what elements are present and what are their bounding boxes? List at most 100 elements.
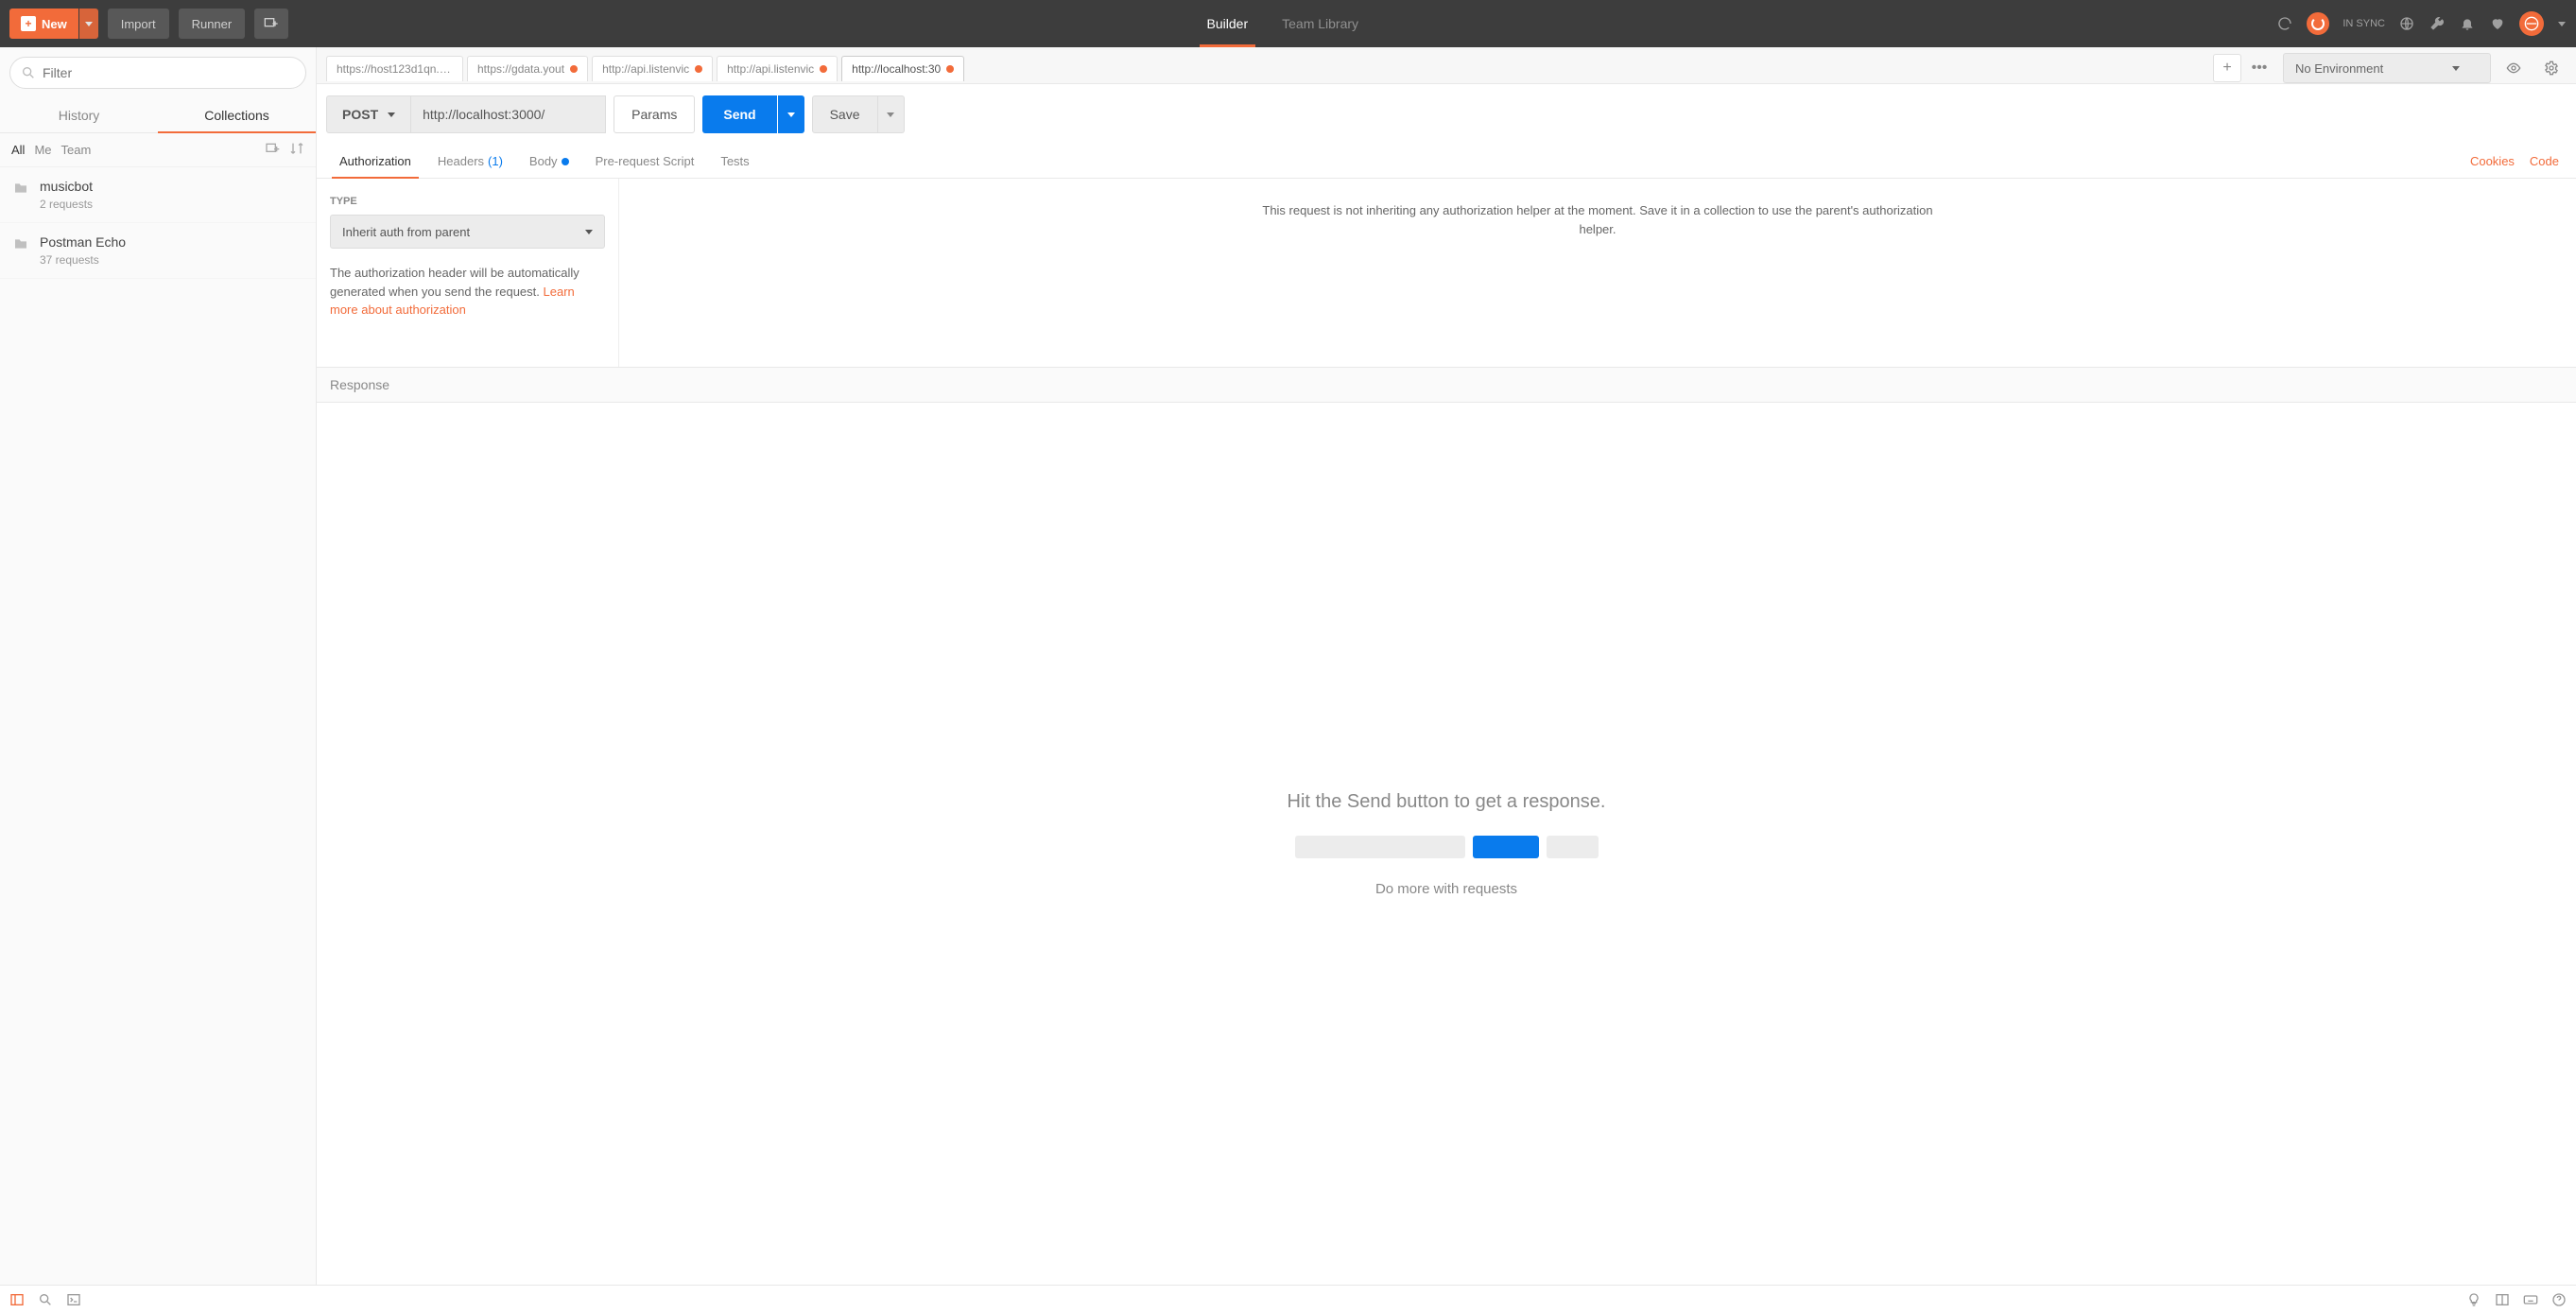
authorization-panel: TYPE Inherit auth from parent The author… — [317, 179, 2576, 368]
capture-icon[interactable] — [2276, 15, 2293, 32]
tab-headers[interactable]: Headers (1) — [424, 145, 516, 178]
response-body: Hit the Send button to get a response. D… — [317, 403, 2576, 1285]
do-more-label: Do more with requests — [1375, 881, 1517, 897]
filter-all[interactable]: All — [11, 143, 25, 157]
environment-select[interactable]: No Environment — [2283, 53, 2491, 83]
chevron-down-icon — [787, 112, 795, 117]
request-tab-label: http://api.listenvic — [727, 62, 814, 76]
tab-overflow-button[interactable]: ••• — [2245, 54, 2273, 82]
globe-icon[interactable] — [2398, 15, 2415, 32]
collection-item[interactable]: Postman Echo 37 requests — [0, 223, 316, 279]
app-header: + New Import Runner Builder Team Library… — [0, 0, 2576, 47]
help-icon[interactable] — [2551, 1292, 2567, 1307]
request-tab[interactable]: https://host123d1qn.clo — [326, 56, 463, 81]
request-tab-label: http://api.listenvic — [602, 62, 689, 76]
avatar[interactable] — [2519, 11, 2544, 36]
request-tab-label: https://gdata.yout — [477, 62, 564, 76]
bell-icon[interactable] — [2459, 15, 2476, 32]
tab-body[interactable]: Body — [516, 145, 582, 178]
new-button[interactable]: + New — [9, 9, 78, 39]
keyboard-icon[interactable] — [2523, 1292, 2538, 1307]
collection-name: musicbot — [40, 179, 93, 194]
new-window-button[interactable] — [254, 9, 288, 39]
code-link[interactable]: Code — [2522, 145, 2567, 178]
avatar-icon — [2524, 16, 2539, 31]
collections-tab[interactable]: Collections — [158, 98, 316, 132]
builder-tab[interactable]: Builder — [1190, 0, 1266, 47]
collection-name: Postman Echo — [40, 234, 126, 250]
heart-icon[interactable] — [2489, 15, 2506, 32]
sync-spinner-icon — [2311, 17, 2325, 30]
sync-status-text: IN SYNC — [2343, 18, 2385, 29]
cookies-link[interactable]: Cookies — [2463, 145, 2522, 178]
wrench-icon[interactable] — [2429, 15, 2446, 32]
request-tab[interactable]: https://gdata.yout — [467, 56, 588, 81]
filter-team[interactable]: Team — [61, 143, 92, 157]
auth-help-text: The authorization header will be automat… — [330, 264, 605, 320]
request-tabs: https://host123d1qn.clo https://gdata.yo… — [326, 56, 2209, 81]
request-tab[interactable]: http://localhost:30 — [841, 56, 964, 81]
chevron-down-icon — [887, 112, 894, 117]
auth-type-value: Inherit auth from parent — [342, 225, 470, 239]
response-placeholder-graphic — [1295, 836, 1599, 858]
tab-prerequest[interactable]: Pre-request Script — [582, 145, 708, 178]
placeholder-bar — [1473, 836, 1539, 858]
send-dropdown[interactable] — [778, 95, 804, 133]
team-library-tab[interactable]: Team Library — [1265, 0, 1375, 47]
request-tabs-row: https://host123d1qn.clo https://gdata.yo… — [317, 47, 2576, 84]
history-tab[interactable]: History — [0, 98, 158, 132]
send-button[interactable]: Send — [702, 95, 776, 133]
sidebar: History Collections All Me Team musicbot… — [0, 47, 317, 1285]
request-subtabs: Authorization Headers (1) Body Pre-reque… — [317, 145, 2576, 179]
request-builder-row: POST Params Send Save — [317, 84, 2576, 145]
console-icon[interactable] — [66, 1292, 81, 1307]
folder-icon — [13, 236, 28, 256]
status-bar — [0, 1285, 2576, 1313]
workspace: https://host123d1qn.clo https://gdata.yo… — [317, 47, 2576, 1285]
method-select[interactable]: POST — [326, 95, 411, 133]
tab-tests[interactable]: Tests — [707, 145, 762, 178]
new-dropdown[interactable] — [79, 9, 98, 39]
auth-right: This request is not inheriting any autho… — [619, 179, 2576, 367]
environment-quicklook-icon[interactable] — [2498, 53, 2529, 83]
collection-meta: musicbot 2 requests — [40, 179, 93, 211]
two-pane-icon[interactable] — [2495, 1292, 2510, 1307]
request-tab[interactable]: http://api.listenvic — [717, 56, 838, 81]
collection-meta: Postman Echo 37 requests — [40, 234, 126, 267]
collection-item[interactable]: musicbot 2 requests — [0, 167, 316, 223]
sort-icon[interactable] — [289, 141, 304, 159]
url-input[interactable] — [411, 95, 606, 133]
unsaved-dot-icon — [946, 65, 954, 73]
header-right-icons: IN SYNC — [2276, 11, 2567, 36]
settings-gear-icon[interactable] — [2536, 53, 2567, 83]
environment-group: No Environment — [2283, 53, 2567, 83]
sync-status-icon[interactable] — [2307, 12, 2329, 35]
runner-button[interactable]: Runner — [179, 9, 246, 39]
body-indicator-dot-icon — [562, 158, 569, 165]
find-icon[interactable] — [38, 1292, 53, 1307]
filter-input[interactable] — [9, 57, 306, 89]
response-empty-hint: Hit the Send button to get a response. — [1288, 791, 1606, 813]
params-button[interactable]: Params — [614, 95, 695, 133]
plus-icon: + — [21, 16, 36, 31]
tab-authorization[interactable]: Authorization — [326, 145, 424, 178]
bulb-icon[interactable] — [2466, 1292, 2481, 1307]
filter-me[interactable]: Me — [34, 143, 51, 157]
add-tab-button[interactable]: + — [2213, 54, 2241, 82]
avatar-dropdown[interactable] — [2557, 15, 2567, 32]
filter-wrap — [0, 47, 316, 98]
save-dropdown[interactable] — [878, 95, 905, 133]
placeholder-bar — [1547, 836, 1599, 858]
new-collection-icon[interactable] — [265, 141, 280, 159]
auth-type-select[interactable]: Inherit auth from parent — [330, 215, 605, 249]
environment-selected: No Environment — [2295, 61, 2383, 76]
import-button[interactable]: Import — [108, 9, 169, 39]
request-tab[interactable]: http://api.listenvic — [592, 56, 713, 81]
tab-headers-count: (1) — [488, 154, 503, 168]
auth-inherit-message: This request is not inheriting any autho… — [1257, 201, 1938, 238]
auth-left: TYPE Inherit auth from parent The author… — [317, 179, 619, 367]
center-tabs: Builder Team Library — [288, 0, 2276, 47]
sidebar-toggle-icon[interactable] — [9, 1292, 25, 1307]
request-tab-label: http://localhost:30 — [852, 62, 941, 76]
save-button[interactable]: Save — [812, 95, 878, 133]
